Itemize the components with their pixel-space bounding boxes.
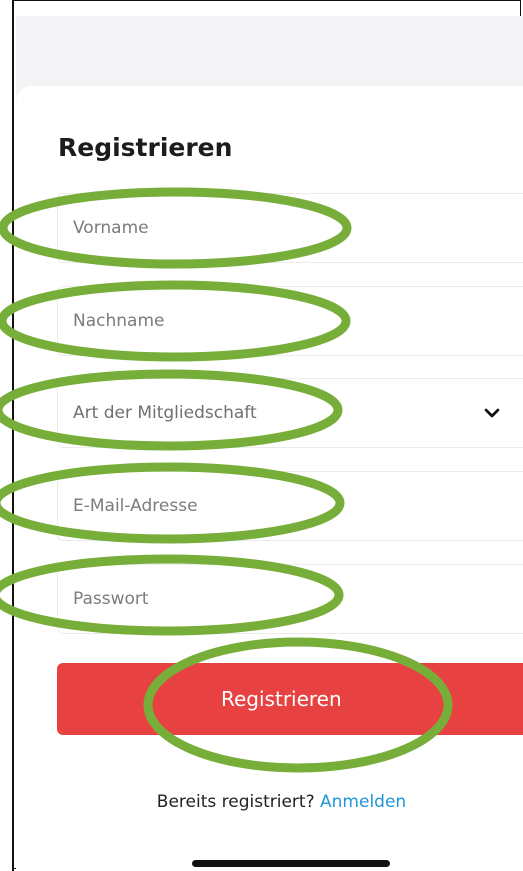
email-field[interactable] — [57, 471, 523, 541]
password-field[interactable] — [57, 564, 523, 634]
login-link[interactable]: Anmelden — [320, 792, 406, 812]
email-input[interactable] — [58, 496, 523, 516]
login-prompt: Bereits registriert? Anmelden — [0, 792, 523, 812]
first-name-field[interactable] — [57, 193, 523, 263]
register-button[interactable]: Registrieren — [57, 663, 523, 735]
first-name-input[interactable] — [58, 218, 523, 238]
chevron-down-icon[interactable] — [482, 403, 502, 423]
page-title: Registrieren — [58, 133, 233, 162]
membership-type-select[interactable]: Art der Mitgliedschaft — [57, 378, 523, 448]
last-name-input[interactable] — [58, 311, 523, 331]
last-name-field[interactable] — [57, 286, 523, 356]
left-edge — [0, 0, 14, 871]
membership-type-value: Art der Mitgliedschaft — [73, 403, 257, 423]
already-registered-text: Bereits registriert? — [156, 792, 315, 812]
home-indicator[interactable] — [192, 860, 390, 867]
password-input[interactable] — [58, 589, 523, 609]
